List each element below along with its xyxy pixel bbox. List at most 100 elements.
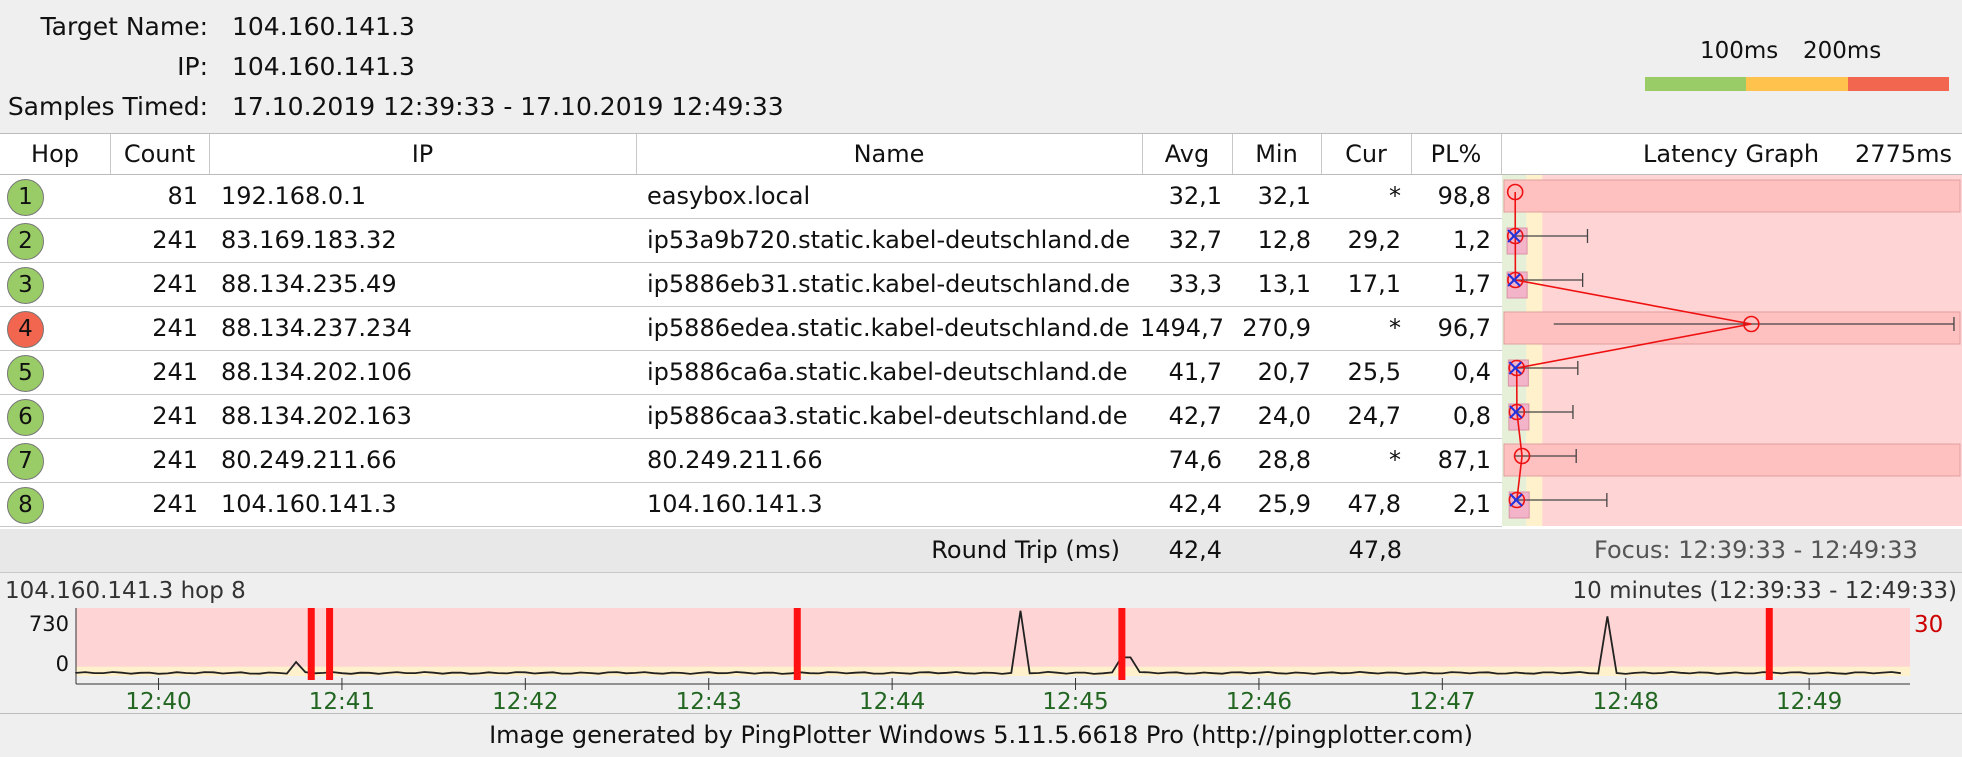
timeline-tick-label: 12:40 (125, 689, 191, 713)
hop-min: 25,9 (1257, 490, 1311, 518)
hop-ip: 88.134.202.163 (221, 402, 412, 430)
hop-cur: 29,2 (1347, 226, 1401, 254)
hop-avg: 32,1 (1168, 182, 1222, 210)
hop-min: 28,8 (1257, 446, 1311, 474)
hop-name: ip5886eb31.static.kabel-deutschland.de (647, 270, 1131, 298)
hop-row[interactable]: 7 241 80.249.211.66 80.249.211.66 74,6 28,8 * 8… (0, 439, 1502, 483)
packet-loss-bar (1503, 179, 1961, 213)
hop-cur: 17,1 (1347, 270, 1401, 298)
hop-name: ip5886ca6a.static.kabel-deutschland.de (647, 358, 1128, 386)
timeline-tick-label: 12:42 (492, 689, 558, 713)
ip-value: 104.160.141.3 (232, 52, 415, 81)
timeline-tick-label: 12:49 (1776, 689, 1842, 713)
legend-good-bar (1645, 77, 1746, 91)
hop-ip: 104.160.141.3 (221, 490, 397, 518)
hop-min: 270,9 (1242, 314, 1311, 342)
hop-min: 32,1 (1257, 182, 1311, 210)
hop-ip: 83.169.183.32 (221, 226, 397, 254)
hop-name: 104.160.141.3 (647, 490, 823, 518)
hop-avg: 41,7 (1168, 358, 1222, 386)
hop-avg: 1494,7 (1140, 314, 1224, 342)
hop-row[interactable]: 4 241 88.134.237.234 ip5886edea.static.kabe… (0, 307, 1502, 351)
hop-number-badge: 4 (7, 311, 44, 348)
hop-count: 241 (152, 446, 198, 474)
timeline-packet-loss-marker (1765, 608, 1773, 680)
hop-pl: 87,1 (1437, 446, 1491, 474)
samples-timed-label: Samples Timed: (7, 92, 208, 121)
hop-row[interactable]: 5 241 88.134.202.106 ip5886ca6a.static.kabe… (0, 351, 1502, 395)
hop-avg: 33,3 (1168, 270, 1222, 298)
hop-row[interactable]: 8 241 104.160.141.3 104.160.141.3 42,4 25,9 47… (0, 483, 1502, 527)
timeline-bg-bad (76, 608, 1910, 676)
hop-cur: * (1389, 446, 1401, 474)
trace-grid: Hop Count IP Name Avg Min Cur PL% Latenc… (0, 133, 1962, 530)
hop-row[interactable]: 3 241 88.134.235.49 ip5886eb31.static.kabel… (0, 263, 1502, 307)
hop-cur: 24,7 (1347, 402, 1401, 430)
hop-cur: 47,8 (1347, 490, 1401, 518)
focus-range: Focus: 12:39:33 - 12:49:33 (1594, 536, 1918, 564)
hop-min: 24,0 (1257, 402, 1311, 430)
hop-row[interactable]: 2 241 83.169.183.32 ip53a9b720.static.kabel… (0, 219, 1502, 263)
hop-row[interactable]: 1 81 192.168.0.1 easybox.local 32,1 32,1 * 98,8 (0, 175, 1502, 219)
timeline-packet-loss-marker (1118, 608, 1126, 680)
timeline-panel: 104.160.141.3 hop 8 10 minutes (12:39:33… (0, 572, 1962, 713)
hop-ip: 88.134.235.49 (221, 270, 397, 298)
timeline-tick-label: 12:46 (1226, 689, 1292, 713)
timeline-packet-loss-marker (307, 608, 315, 680)
hop-ip: 88.134.202.106 (221, 358, 412, 386)
footer-credit: Image generated by PingPlotter Windows 5… (0, 713, 1962, 757)
timeline-tick-label: 12:43 (676, 689, 742, 713)
hop-cur: * (1389, 314, 1401, 342)
col-avg[interactable]: Avg (1142, 134, 1233, 174)
col-name[interactable]: Name (636, 134, 1143, 174)
hop-name: ip5886edea.static.kabel-deutschland.de (647, 314, 1130, 342)
hop-min: 12,8 (1257, 226, 1311, 254)
latency-graph-max: 2775ms (1855, 140, 1952, 168)
round-trip-label: Round Trip (ms) (931, 536, 1120, 564)
hop-avg: 42,7 (1168, 402, 1222, 430)
col-hop[interactable]: Hop (0, 134, 111, 174)
hop-min: 13,1 (1257, 270, 1311, 298)
hop-number-badge: 3 (7, 267, 44, 304)
col-pl[interactable]: PL% (1411, 134, 1502, 174)
hop-pl: 96,7 (1437, 314, 1491, 342)
col-count[interactable]: Count (110, 134, 210, 174)
hop-row[interactable]: 6 241 88.134.202.163 ip5886caa3.static.kabe… (0, 395, 1502, 439)
timeline-tick-label: 12:44 (859, 689, 925, 713)
hop-pl: 1,7 (1452, 270, 1491, 298)
timeline-tick-label: 12:45 (1042, 689, 1108, 713)
col-min[interactable]: Min (1232, 134, 1322, 174)
legend-bad-bar (1848, 77, 1949, 91)
col-ip[interactable]: IP (209, 134, 637, 174)
col-cur[interactable]: Cur (1321, 134, 1412, 174)
hop-number-badge: 8 (7, 487, 44, 524)
timeline-packet-loss-marker (793, 608, 801, 680)
legend-100ms: 100ms (1700, 38, 1779, 64)
hop-cur: * (1389, 182, 1401, 210)
col-latency-graph[interactable]: Latency Graph 2775ms (1501, 134, 1962, 174)
hop-count: 241 (152, 358, 198, 386)
round-trip-row: Round Trip (ms) 42,4 47,8 Focus: 12:39:3… (0, 529, 1962, 573)
hop-number-badge: 7 (7, 443, 44, 480)
timeline-chart[interactable]: 12:40 12:41 12:42 12:43 12:44 12:45 12:46 12:47… (0, 572, 1962, 713)
hop-count: 241 (152, 226, 198, 254)
hop-count: 81 (167, 182, 198, 210)
hop-ip: 192.168.0.1 (221, 182, 367, 210)
ip-label: IP: (177, 52, 208, 81)
target-name-label: Target Name: (40, 12, 208, 41)
hop-name: ip53a9b720.static.kabel-deutschland.de (647, 226, 1131, 254)
latency-graph (1502, 175, 1962, 526)
timeline-tick-label: 12:41 (309, 689, 375, 713)
hop-number-badge: 6 (7, 399, 44, 436)
hop-pl: 0,8 (1452, 402, 1491, 430)
legend-200ms: 200ms (1803, 38, 1882, 64)
samples-timed-value: 17.10.2019 12:39:33 - 17.10.2019 12:49:3… (232, 92, 784, 121)
hop-pl: 2,1 (1452, 490, 1491, 518)
hop-name: 80.249.211.66 (647, 446, 823, 474)
target-name-value: 104.160.141.3 (232, 12, 415, 41)
hop-pl: 98,8 (1437, 182, 1491, 210)
column-header-row: Hop Count IP Name Avg Min Cur PL% Latenc… (0, 134, 1962, 175)
timeline-tick-label: 12:47 (1409, 689, 1475, 713)
hop-name: ip5886caa3.static.kabel-deutschland.de (647, 402, 1128, 430)
timeline-packet-loss-marker (326, 608, 334, 680)
